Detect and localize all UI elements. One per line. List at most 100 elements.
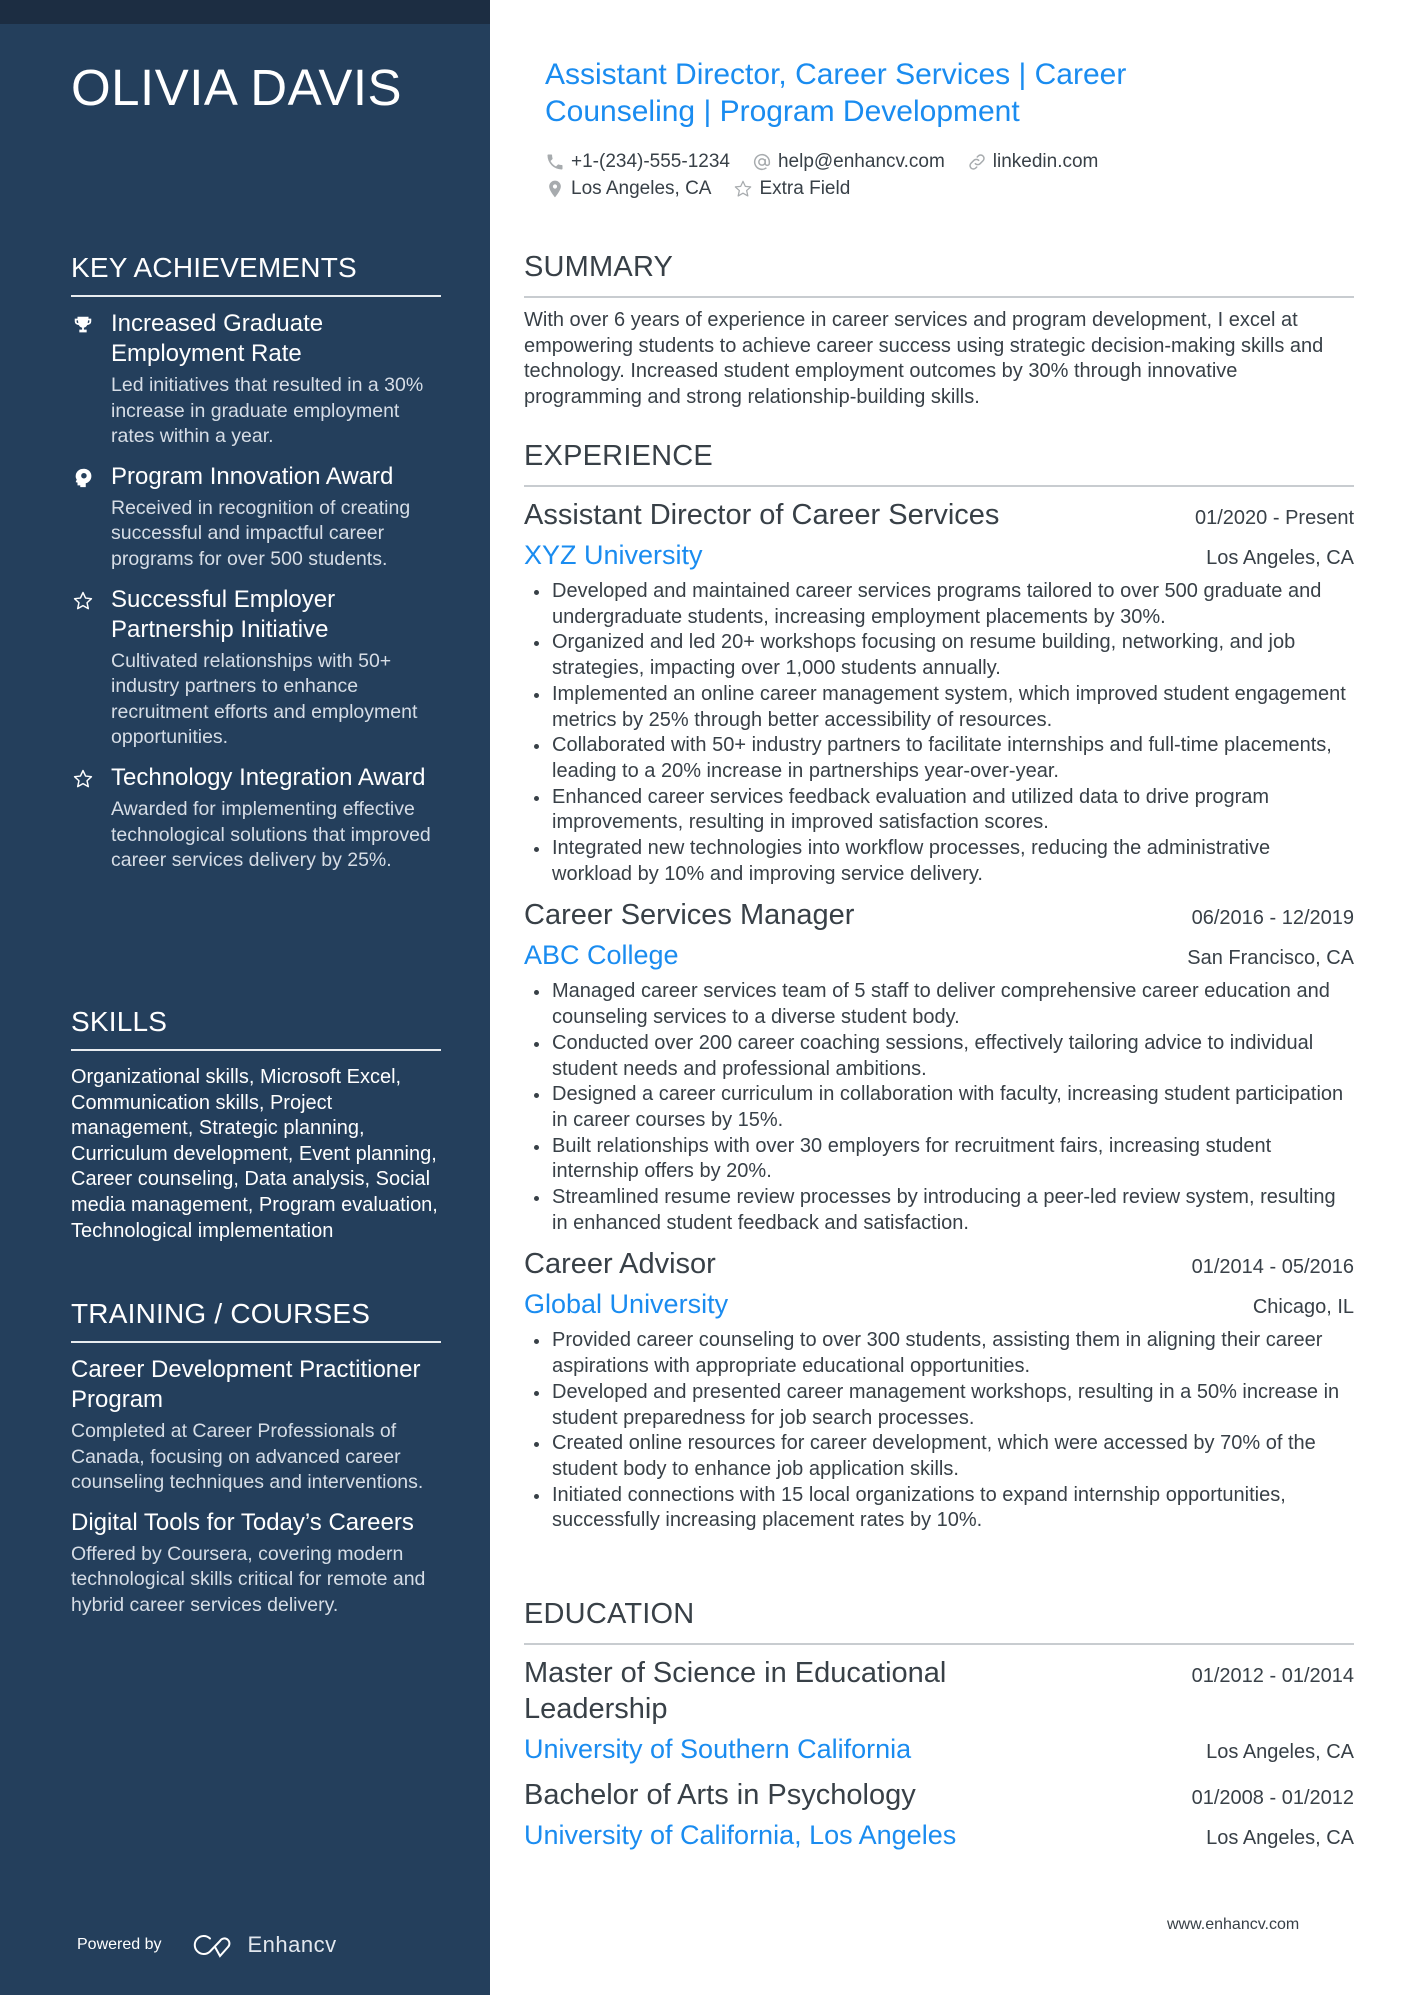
- bullet-item: Developed and maintained career services…: [524, 579, 1354, 630]
- job-bullets: Developed and maintained career services…: [524, 579, 1354, 887]
- achievement-description: Led initiatives that resulted in a 30% i…: [111, 374, 424, 448]
- achievements-section: KEY ACHIEVEMENTS Increased Graduate Empl…: [71, 251, 441, 874]
- summary-section: SUMMARY With over 6 years of experience …: [524, 250, 1354, 410]
- job-company[interactable]: ABC College: [524, 937, 679, 973]
- star-icon: [71, 589, 95, 613]
- education-title: EDUCATION: [524, 1598, 695, 1630]
- bullet-item: Conducted over 200 career coaching sessi…: [524, 1031, 1354, 1082]
- enhancv-logo-icon: [193, 1935, 230, 1958]
- contact-extra: Extra Field: [733, 178, 850, 200]
- bullet-item: Developed and presented career managemen…: [524, 1380, 1354, 1431]
- summary-text: With over 6 years of experience in caree…: [524, 309, 1324, 408]
- degree-title: Bachelor of Arts in Psychology: [524, 1779, 916, 1811]
- achievement-item: Successful Employer Partnership Initiati…: [71, 585, 441, 751]
- job-entry: Career Advisor 01/2014 - 05/2016 Global …: [524, 1246, 1354, 1534]
- skills-list: Organizational skills, Microsoft Excel, …: [71, 1066, 438, 1242]
- training-section: TRAINING / COURSES Career Development Pr…: [71, 1297, 441, 1619]
- education-section: EDUCATION Master of Science in Education…: [524, 1597, 1354, 1853]
- main-content: Assistant Director, Career Services | Ca…: [524, 0, 1354, 1995]
- phone-icon: [547, 154, 563, 169]
- bullet-item: Managed career services team of 5 staff …: [524, 979, 1354, 1030]
- linkedin-value: linkedin.com: [992, 150, 1099, 172]
- school-location: Los Angeles, CA: [1206, 1741, 1354, 1763]
- bullet-item: Implemented an online career management …: [524, 682, 1354, 733]
- course-item: Career Development Practitioner Program …: [71, 1355, 441, 1496]
- course-item: Digital Tools for Today’s Careers Offere…: [71, 1508, 441, 1619]
- achievement-item: Program Innovation Award Received in rec…: [71, 462, 441, 573]
- job-bullets: Provided career counseling to over 300 s…: [524, 1328, 1354, 1534]
- contact-linkedin[interactable]: linkedin.com: [967, 150, 1099, 173]
- degree-title: Master of Science in Educational Leaders…: [524, 1657, 947, 1725]
- school-name[interactable]: University of California, Los Angeles: [524, 1817, 956, 1853]
- section-divider: [524, 485, 1354, 487]
- candidate-name: OLIVIA DAVIS: [71, 59, 403, 116]
- job-title: Career Services Manager: [524, 899, 855, 932]
- school-location: Los Angeles, CA: [1206, 1827, 1354, 1849]
- star-icon: [735, 180, 752, 197]
- section-divider: [71, 1049, 441, 1051]
- job-dates: 06/2016 - 12/2019: [1191, 907, 1354, 930]
- education-entry: Master of Science in Educational Leaders…: [524, 1655, 1354, 1767]
- achievement-title: Technology Integration Award: [111, 763, 426, 791]
- job-title: Assistant Director of Career Services: [524, 499, 1000, 531]
- location-value: Los Angeles, CA: [571, 177, 712, 199]
- skills-title: SKILLS: [71, 1006, 168, 1037]
- bullet-item: Integrated new technologies into workflo…: [524, 836, 1354, 887]
- experience-title: EXPERIENCE: [524, 440, 713, 472]
- section-divider: [524, 296, 1354, 298]
- experience-section: EXPERIENCE Assistant Director of Career …: [524, 439, 1354, 1534]
- contact-location: Los Angeles, CA: [545, 178, 711, 200]
- job-bullets: Managed career services team of 5 staff …: [524, 979, 1354, 1236]
- head-lightbulb-icon: [71, 466, 95, 490]
- contact-phone[interactable]: +1-(234)-555-1234: [545, 151, 730, 173]
- bullet-item: Built relationships with over 30 employe…: [524, 1134, 1354, 1185]
- course-description: Completed at Career Professionals of Can…: [71, 1420, 424, 1494]
- achievements-title: KEY ACHIEVEMENTS: [71, 252, 357, 283]
- powered-by-label: Powered by: [77, 1936, 162, 1953]
- achievement-title: Increased Graduate Employment Rate: [111, 310, 324, 367]
- course-description: Offered by Coursera, covering modern tec…: [71, 1542, 426, 1616]
- achievement-item: Technology Integration Award Awarded for…: [71, 763, 441, 874]
- bullet-item: Streamlined resume review processes by i…: [524, 1185, 1354, 1236]
- school-name[interactable]: University of Southern California: [524, 1731, 911, 1767]
- job-entry: Assistant Director of Career Services 01…: [524, 497, 1354, 887]
- trophy-icon: [71, 313, 95, 337]
- bullet-item: Collaborated with 50+ industry partners …: [524, 733, 1354, 784]
- phone-value: +1-(234)-555-1234: [571, 150, 730, 172]
- achievement-description: Awarded for implementing effective techn…: [111, 797, 431, 872]
- footer-url[interactable]: www.enhancv.com: [1167, 1916, 1299, 1934]
- job-dates: 01/2020 - Present: [1195, 507, 1354, 529]
- job-dates: 01/2014 - 05/2016: [1191, 1256, 1354, 1279]
- job-company[interactable]: Global University: [524, 1286, 728, 1322]
- bullet-item: Created online resources for career deve…: [524, 1431, 1354, 1482]
- summary-title: SUMMARY: [524, 251, 674, 283]
- achievement-description: Cultivated relationships with 50+ indust…: [111, 649, 418, 749]
- bullet-item: Initiated connections with 15 local orga…: [524, 1483, 1354, 1534]
- section-divider: [524, 1643, 1354, 1645]
- at-icon: [753, 153, 771, 170]
- powered-by[interactable]: Powered by Enhancv: [77, 1932, 337, 1958]
- extra-value: Extra Field: [759, 177, 851, 199]
- job-company[interactable]: XYZ University: [524, 537, 703, 573]
- link-icon: [969, 153, 985, 170]
- course-title: Digital Tools for Today’s Careers: [71, 1508, 414, 1536]
- star-icon: [71, 767, 95, 791]
- section-divider: [71, 1341, 441, 1343]
- course-title: Career Development Practitioner Program: [71, 1356, 421, 1413]
- achievement-description: Received in recognition of creating succ…: [111, 496, 411, 570]
- headline: Assistant Director, Career Services | Ca…: [545, 58, 1127, 128]
- contact-info: +1-(234)-555-1234 help@enhancv.com linke…: [545, 148, 1245, 202]
- location-pin-icon: [549, 180, 561, 197]
- contact-email[interactable]: help@enhancv.com: [752, 151, 945, 173]
- achievement-title: Successful Employer Partnership Initiati…: [111, 585, 336, 643]
- bullet-item: Designed a career curriculum in collabor…: [524, 1082, 1354, 1133]
- job-location: Chicago, IL: [1252, 1296, 1354, 1319]
- job-location: Los Angeles, CA: [1206, 547, 1354, 569]
- bullet-item: Organized and led 20+ workshops focusing…: [524, 630, 1354, 681]
- job-location: San Francisco, CA: [1187, 947, 1354, 970]
- bullet-item: Enhanced career services feedback evalua…: [524, 785, 1354, 836]
- job-entry: Career Services Manager 06/2016 - 12/201…: [524, 897, 1354, 1236]
- achievement-title: Program Innovation Award: [111, 462, 394, 490]
- section-divider: [71, 295, 441, 297]
- education-dates: 01/2012 - 01/2014: [1191, 1665, 1354, 1687]
